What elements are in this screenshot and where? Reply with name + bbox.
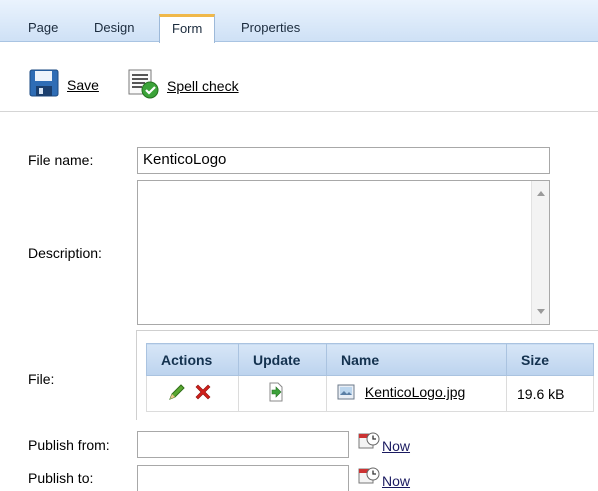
calendar-clock-icon[interactable] [358,466,380,489]
actions-cell [146,375,239,412]
header-update: Update [238,343,327,376]
toolbar: Save Spell check [0,42,598,112]
tab-page[interactable]: Page [20,17,66,42]
scroll-up-icon[interactable] [537,191,545,196]
header-actions: Actions [146,343,239,376]
spell-check-label: Spell check [167,77,239,94]
file-name-input[interactable]: KenticoLogo [137,147,550,174]
file-table: Actions Update Name Size KenticoLogo.jpg… [146,343,594,412]
publish-to-input[interactable] [137,465,349,491]
now-link[interactable]: Now [382,473,410,489]
update-file-icon[interactable] [267,382,285,405]
description-value [138,181,549,189]
file-name-label: File name: [28,152,94,168]
description-textarea[interactable] [137,180,550,325]
header-size[interactable]: Size [506,343,594,376]
publish-to-now[interactable]: Now [358,466,410,489]
file-label: File: [28,371,55,387]
edit-pencil-icon[interactable] [167,382,187,405]
publish-to-label: Publish to: [28,470,94,486]
delete-x-icon[interactable] [193,382,213,405]
tab-form[interactable]: Form [159,14,216,43]
tab-bar: Page Design Form Properties [0,0,598,43]
file-table-header: Actions Update Name Size [146,343,594,376]
header-name[interactable]: Name [326,343,507,376]
image-file-icon [337,384,355,403]
file-attachment-panel: Actions Update Name Size KenticoLogo.jpg… [136,330,598,420]
publish-from-label: Publish from: [28,437,110,453]
spell-check-button[interactable]: Spell check [127,69,239,102]
save-label: Save [67,76,99,93]
save-button[interactable]: Save [29,69,99,100]
tab-design[interactable]: Design [86,17,142,42]
description-scrollbar[interactable] [531,181,549,324]
size-cell: 19.6 kB [506,375,594,412]
description-label: Description: [28,245,102,261]
publish-from-input[interactable] [137,431,349,458]
update-cell [238,375,327,412]
table-row: KenticoLogo.jpg 19.6 kB [146,375,594,412]
calendar-clock-icon[interactable] [358,431,380,454]
tab-properties[interactable]: Properties [233,17,308,42]
scroll-down-icon[interactable] [537,309,545,314]
floppy-disk-icon [29,69,59,100]
now-link[interactable]: Now [382,438,410,454]
name-cell: KenticoLogo.jpg [326,375,507,412]
publish-from-now[interactable]: Now [358,431,410,454]
file-name-link[interactable]: KenticoLogo.jpg [365,384,465,400]
spell-check-icon [127,69,159,102]
